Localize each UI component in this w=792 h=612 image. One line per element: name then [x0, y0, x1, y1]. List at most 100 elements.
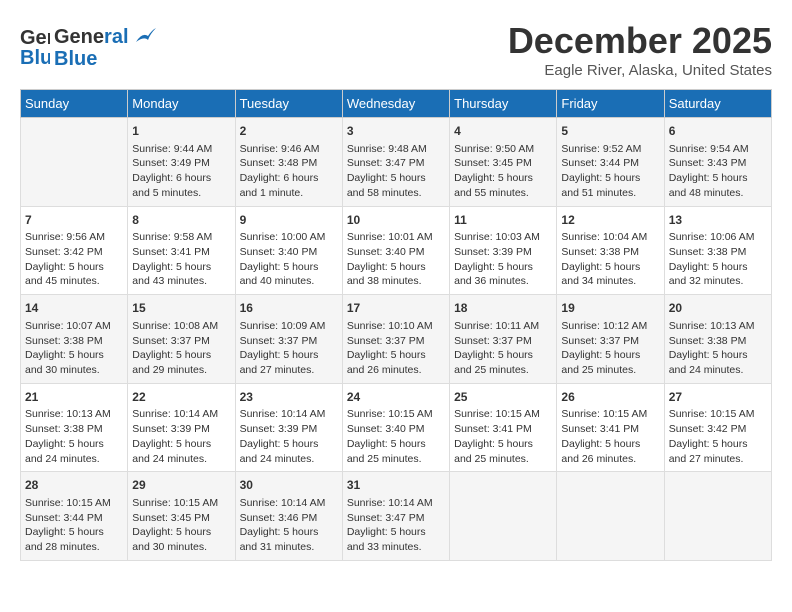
calendar-cell: 21Sunrise: 10:13 AMSunset: 3:38 PMDaylig… [21, 383, 128, 472]
calendar-cell: 25Sunrise: 10:15 AMSunset: 3:41 PMDaylig… [450, 383, 557, 472]
day-number: 17 [347, 300, 445, 317]
calendar-cell: 8Sunrise: 9:58 AMSunset: 3:41 PMDaylight… [128, 206, 235, 295]
calendar-cell: 2Sunrise: 9:46 AMSunset: 3:48 PMDaylight… [235, 118, 342, 207]
title-area: December 2025 Eagle River, Alaska, Unite… [508, 20, 772, 79]
day-info: Sunrise: 10:15 AMSunset: 3:42 PMDaylight… [669, 407, 767, 466]
day-info: Sunrise: 10:15 AMSunset: 3:44 PMDaylight… [25, 496, 123, 555]
day-number: 10 [347, 212, 445, 229]
day-info: Sunrise: 10:01 AMSunset: 3:40 PMDaylight… [347, 230, 445, 289]
calendar-table: SundayMondayTuesdayWednesdayThursdayFrid… [20, 89, 772, 561]
calendar-cell: 17 Sunrise: 10:10 AMSunset: 3:37 PMDaylig… [342, 295, 449, 384]
calendar-cell: 31Sunrise: 10:14 AMSunset: 3:47 PMDaylig… [342, 472, 449, 561]
day-info: Sunrise: 10:07 AMSunset: 3:38 PMDaylight… [25, 319, 123, 378]
calendar-cell: 10Sunrise: 10:01 AMSunset: 3:40 PMDaylig… [342, 206, 449, 295]
calendar-cell: 24Sunrise: 10:15 AMSunset: 3:40 PMDaylig… [342, 383, 449, 472]
page-title: December 2025 [508, 20, 772, 62]
header-day-thursday: Thursday [450, 90, 557, 118]
header-day-friday: Friday [557, 90, 664, 118]
calendar-cell: 11Sunrise: 10:03 AMSunset: 3:39 PMDaylig… [450, 206, 557, 295]
calendar-cell [664, 472, 771, 561]
day-number: 20 [669, 300, 767, 317]
day-number: 6 [669, 123, 767, 140]
day-number: 4 [454, 123, 552, 140]
day-info: Sunrise: 10:13 AMSunset: 3:38 PMDaylight… [669, 319, 767, 378]
day-number: 12 [561, 212, 659, 229]
day-number: 22 [132, 389, 230, 406]
calendar-week-row: 21Sunrise: 10:13 AMSunset: 3:38 PMDaylig… [21, 383, 772, 472]
day-info: Sunrise: 10:10 AMSunset: 3:37 PMDaylight… [347, 319, 445, 378]
day-number: 23 [240, 389, 338, 406]
svg-text:Gene: Gene [20, 27, 50, 49]
logo-bird-icon [134, 28, 156, 46]
day-info: Sunrise: 10:09 AMSunset: 3:37 PMDaylight… [240, 319, 338, 378]
calendar-cell: 19Sunrise: 10:12 AMSunset: 3:37 PMDaylig… [557, 295, 664, 384]
day-info: Sunrise: 9:54 AMSunset: 3:43 PMDaylight:… [669, 142, 767, 201]
calendar-week-row: 14 Sunrise: 10:07 AMSunset: 3:38 PMDaylig… [21, 295, 772, 384]
day-info: Sunrise: 10:00 AMSunset: 3:40 PMDaylight… [240, 230, 338, 289]
calendar-cell: 1 Sunrise: 9:44 AMSunset: 3:49 PMDaylight… [128, 118, 235, 207]
logo-text-line1: Gene [54, 26, 104, 48]
calendar-cell: 28Sunrise: 10:15 AMSunset: 3:44 PMDaylig… [21, 472, 128, 561]
header-day-tuesday: Tuesday [235, 90, 342, 118]
calendar-cell: 7Sunrise: 9:56 AMSunset: 3:42 PMDaylight… [21, 206, 128, 295]
page-header: Gene Blue General Blue December 2025 Eag… [20, 20, 772, 79]
day-number: 7 [25, 212, 123, 229]
calendar-cell: 26Sunrise: 10:15 AMSunset: 3:41 PMDaylig… [557, 383, 664, 472]
day-number: 16 [240, 300, 338, 317]
calendar-cell: 23Sunrise: 10:14 AMSunset: 3:39 PMDaylig… [235, 383, 342, 472]
calendar-cell: 9Sunrise: 10:00 AMSunset: 3:40 PMDayligh… [235, 206, 342, 295]
header-day-sunday: Sunday [21, 90, 128, 118]
day-number: 8 [132, 212, 230, 229]
calendar-week-row: 7Sunrise: 9:56 AMSunset: 3:42 PMDaylight… [21, 206, 772, 295]
day-number: 9 [240, 212, 338, 229]
day-info: Sunrise: 10:14 AMSunset: 3:46 PMDaylight… [240, 496, 338, 555]
calendar-cell: 5Sunrise: 9:52 AMSunset: 3:44 PMDaylight… [557, 118, 664, 207]
day-info: Sunrise: 9:50 AMSunset: 3:45 PMDaylight:… [454, 142, 552, 201]
day-info: Sunrise: 10:15 AMSunset: 3:41 PMDaylight… [561, 407, 659, 466]
header-day-saturday: Saturday [664, 90, 771, 118]
logo-text-line1b: ral [104, 26, 128, 48]
day-number: 18 [454, 300, 552, 317]
day-number: 2 [240, 123, 338, 140]
day-info: Sunrise: 9:52 AMSunset: 3:44 PMDaylight:… [561, 142, 659, 201]
header-day-monday: Monday [128, 90, 235, 118]
calendar-cell: 4 Sunrise: 9:50 AMSunset: 3:45 PMDaylight… [450, 118, 557, 207]
day-info: Sunrise: 10:12 AMSunset: 3:37 PMDaylight… [561, 319, 659, 378]
day-info: Sunrise: 9:58 AMSunset: 3:41 PMDaylight:… [132, 230, 230, 289]
day-info: Sunrise: 10:03 AMSunset: 3:39 PMDaylight… [454, 230, 552, 289]
day-number: 31 [347, 477, 445, 494]
calendar-cell [557, 472, 664, 561]
day-info: Sunrise: 10:13 AMSunset: 3:38 PMDaylight… [25, 407, 123, 466]
day-info: Sunrise: 10:04 AMSunset: 3:38 PMDaylight… [561, 230, 659, 289]
day-info: Sunrise: 10:14 AMSunset: 3:39 PMDaylight… [240, 407, 338, 466]
calendar-cell: 16 Sunrise: 10:09 AMSunset: 3:37 PMDaylig… [235, 295, 342, 384]
day-number: 26 [561, 389, 659, 406]
day-number: 3 [347, 123, 445, 140]
day-info: Sunrise: 10:06 AMSunset: 3:38 PMDaylight… [669, 230, 767, 289]
calendar-cell [21, 118, 128, 207]
day-number: 24 [347, 389, 445, 406]
header-day-wednesday: Wednesday [342, 90, 449, 118]
day-number: 13 [669, 212, 767, 229]
svg-text:Blue: Blue [20, 47, 50, 69]
day-info: Sunrise: 10:14 AMSunset: 3:39 PMDaylight… [132, 407, 230, 466]
calendar-cell: 14 Sunrise: 10:07 AMSunset: 3:38 PMDaylig… [21, 295, 128, 384]
day-number: 27 [669, 389, 767, 406]
logo-text-line2: Blue [54, 48, 156, 70]
logo-icon: Gene Blue [20, 20, 50, 70]
day-number: 21 [25, 389, 123, 406]
calendar-cell: 30Sunrise: 10:14 AMSunset: 3:46 PMDaylig… [235, 472, 342, 561]
calendar-week-row: 1 Sunrise: 9:44 AMSunset: 3:49 PMDaylight… [21, 118, 772, 207]
day-number: 29 [132, 477, 230, 494]
day-info: Sunrise: 10:08 AMSunset: 3:37 PMDaylight… [132, 319, 230, 378]
calendar-cell: 6 Sunrise: 9:54 AMSunset: 3:43 PMDaylight… [664, 118, 771, 207]
calendar-header-row: SundayMondayTuesdayWednesdayThursdayFrid… [21, 90, 772, 118]
day-number: 14 [25, 300, 123, 317]
calendar-week-row: 28Sunrise: 10:15 AMSunset: 3:44 PMDaylig… [21, 472, 772, 561]
day-number: 1 [132, 123, 230, 140]
logo: Gene Blue General Blue [20, 20, 156, 75]
day-info: Sunrise: 9:44 AMSunset: 3:49 PMDaylight:… [132, 142, 230, 201]
calendar-cell: 18Sunrise: 10:11 AMSunset: 3:37 PMDaylig… [450, 295, 557, 384]
calendar-cell: 22Sunrise: 10:14 AMSunset: 3:39 PMDaylig… [128, 383, 235, 472]
calendar-cell: 12Sunrise: 10:04 AMSunset: 3:38 PMDaylig… [557, 206, 664, 295]
